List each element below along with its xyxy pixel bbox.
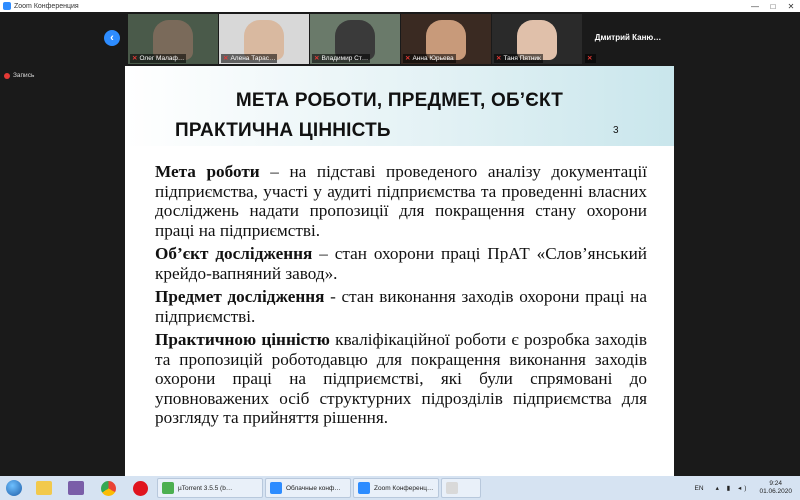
taskbar-task-utorrent[interactable]: µTorrent 3.5.5 (b… xyxy=(157,478,263,498)
participant-tile[interactable]: ⨯ Алена Тарас… xyxy=(219,14,309,64)
muted-mic-icon: ⨯ xyxy=(405,55,411,62)
paragraph-term: Об’єкт дослідження xyxy=(155,244,313,263)
zoom-icon xyxy=(358,482,370,494)
slide-title-line-1: МЕТА РОБОТИ, ПРЕДМЕТ, ОБ’ЄКТ xyxy=(235,90,564,111)
windows-icon xyxy=(6,480,22,496)
pinned-media[interactable] xyxy=(60,476,92,500)
record-icon xyxy=(4,72,10,79)
zoom-meeting-area: ‹ ⨯ Олег Малаф… ⨯ Алена Тарас… ⨯ Владимир С… xyxy=(0,12,800,476)
pinned-explorer[interactable] xyxy=(28,476,60,500)
paragraph-term: Предмет дослідження xyxy=(155,287,325,306)
window-icon xyxy=(446,482,458,494)
muted-mic-icon: ⨯ xyxy=(314,55,320,62)
taskbar-task-cloud-meetings[interactable]: Облачные конф… xyxy=(265,478,351,498)
previous-participants-button[interactable]: ‹ xyxy=(104,30,120,46)
taskbar-task-other[interactable] xyxy=(441,478,481,498)
clock-date: 01.06.2020 xyxy=(759,488,792,495)
slide-paragraph: Предмет дослідження - стан виконання зах… xyxy=(155,287,647,326)
participant-tile[interactable]: ⨯ Олег Малаф… xyxy=(128,14,218,64)
muted-mic-icon: ⨯ xyxy=(223,55,229,62)
slide-title-line-2: ПРАКТИЧНА ЦІННІСТЬ xyxy=(175,120,391,141)
recording-indicator[interactable]: Запись xyxy=(4,72,34,79)
paragraph-term: Мета роботи xyxy=(155,162,260,181)
tray-icons[interactable]: ▴ ▮ ◂) xyxy=(716,484,750,492)
participant-name: ⨯ xyxy=(585,54,597,63)
zoom-app-icon xyxy=(3,2,11,10)
muted-mic-icon: ⨯ xyxy=(496,55,502,62)
slide-paragraph: Мета роботи – на підставі проведеного ан… xyxy=(155,162,647,240)
paragraph-term: Практичною цінністю xyxy=(155,330,330,349)
participant-tile[interactable]: ⨯ Анна Юрьева xyxy=(401,14,491,64)
shared-slide: МЕТА РОБОТИ, ПРЕДМЕТ, ОБ’ЄКТ ПРАКТИЧНА Ц… xyxy=(125,66,674,476)
window-title: Zoom Конференция xyxy=(14,2,79,10)
opera-icon xyxy=(132,480,148,496)
taskbar: µTorrent 3.5.5 (b… Облачные конф… Zoom К… xyxy=(0,476,800,500)
slide-body: Мета роботи – на підставі проведеного ан… xyxy=(155,162,647,432)
participant-name: ⨯ Алена Тарас… xyxy=(221,54,278,63)
muted-mic-icon: ⨯ xyxy=(132,55,138,62)
participant-strip: ‹ ⨯ Олег Малаф… ⨯ Алена Тарас… ⨯ Владимир С… xyxy=(0,12,800,64)
slide-paragraph: Об’єкт дослідження – стан охорони праці … xyxy=(155,244,647,283)
participant-tile[interactable]: Дмитрий Каню… ⨯ xyxy=(583,14,673,64)
participant-name: ⨯ Олег Малаф… xyxy=(130,54,187,63)
clock[interactable]: 9:24 01.06.2020 xyxy=(759,480,792,496)
pinned-chrome[interactable] xyxy=(92,476,124,500)
start-button[interactable] xyxy=(0,476,28,500)
recording-label: Запись xyxy=(13,72,35,79)
participant-name-large: Дмитрий Каню… xyxy=(594,33,662,42)
chrome-icon xyxy=(100,480,116,496)
zoom-icon xyxy=(270,482,282,494)
clock-time: 9:24 xyxy=(769,480,783,487)
participant-name: ⨯ Анна Юрьева xyxy=(403,54,456,63)
window-titlebar: Zoom Конференция — □ ✕ xyxy=(0,0,800,12)
slide-number: 3 xyxy=(613,125,619,136)
taskbar-task-zoom-meeting[interactable]: Zoom Конференц… xyxy=(353,478,439,498)
task-label: µTorrent 3.5.5 (b… xyxy=(178,484,233,492)
participant-tile[interactable]: ⨯ Таня Пятник xyxy=(492,14,582,64)
participant-tile[interactable]: ⨯ Владимир Ст… xyxy=(310,14,400,64)
system-tray: EN ▴ ▮ ◂) 9:24 01.06.2020 xyxy=(695,476,800,500)
media-icon xyxy=(68,481,84,495)
participant-name: ⨯ Владимир Ст… xyxy=(312,54,371,63)
close-button[interactable]: ✕ xyxy=(782,2,800,11)
participant-name: ⨯ Таня Пятник xyxy=(494,54,543,63)
minimize-button[interactable]: — xyxy=(746,2,764,11)
maximize-button[interactable]: □ xyxy=(764,2,782,11)
slide-paragraph: Практичною цінністю кваліфікаційної робо… xyxy=(155,330,647,428)
task-label: Облачные конф… xyxy=(286,484,341,492)
utorrent-icon xyxy=(162,482,174,494)
pinned-opera[interactable] xyxy=(124,476,156,500)
folder-icon xyxy=(36,481,52,495)
task-label: Zoom Конференц… xyxy=(374,484,434,492)
language-indicator[interactable]: EN xyxy=(695,485,704,492)
muted-mic-icon: ⨯ xyxy=(587,55,593,62)
